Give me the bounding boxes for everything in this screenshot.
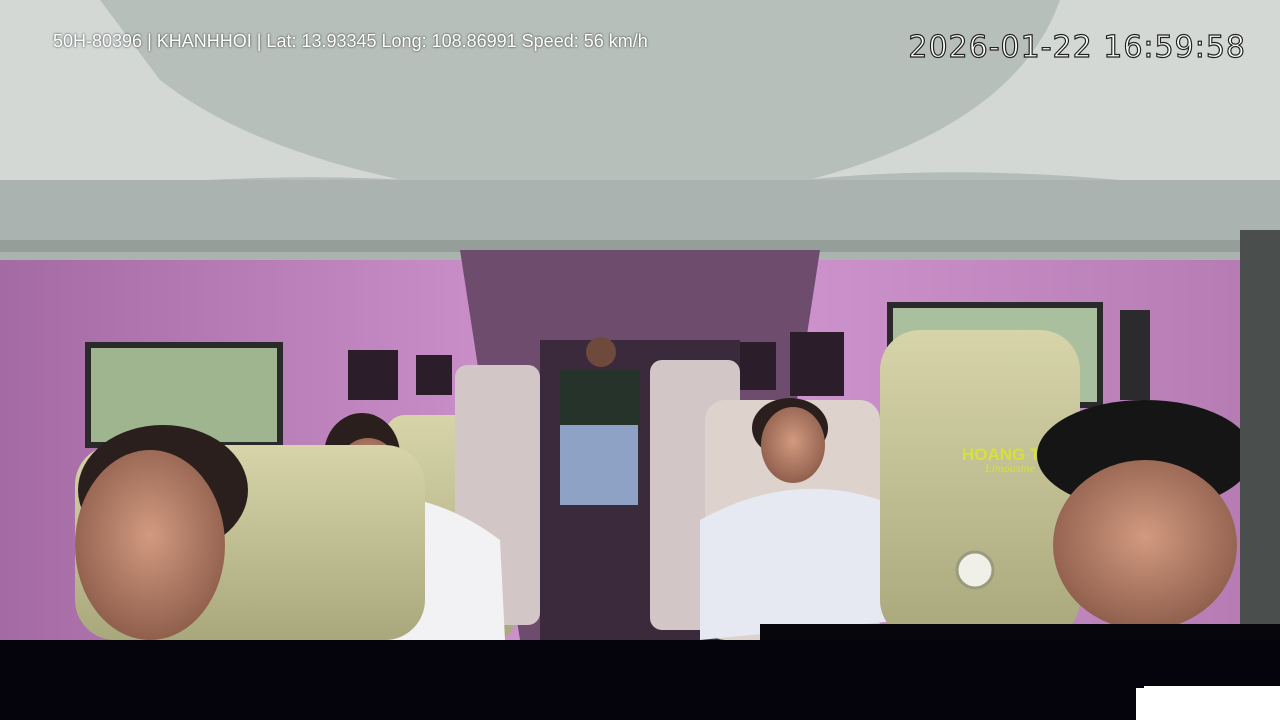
corner-tab	[1136, 688, 1280, 720]
van-interior-scene: HOANG TH Limousine	[0, 0, 1280, 640]
led-sign	[1120, 310, 1150, 400]
bottom-strip	[760, 624, 1280, 640]
timestamp-overlay: 2026-01-22 16:59:58	[908, 29, 1246, 65]
letterbox-bar	[0, 640, 1280, 720]
seat-brand-sub-text: Limousine	[984, 461, 1036, 475]
vehicle-info-overlay: 50H-80396 | KHANHHOI | Lat: 13.93345 Lon…	[53, 31, 648, 51]
camera-frame: HOANG TH Limousine 50H-80396 | KHANHHOI …	[0, 0, 1280, 640]
